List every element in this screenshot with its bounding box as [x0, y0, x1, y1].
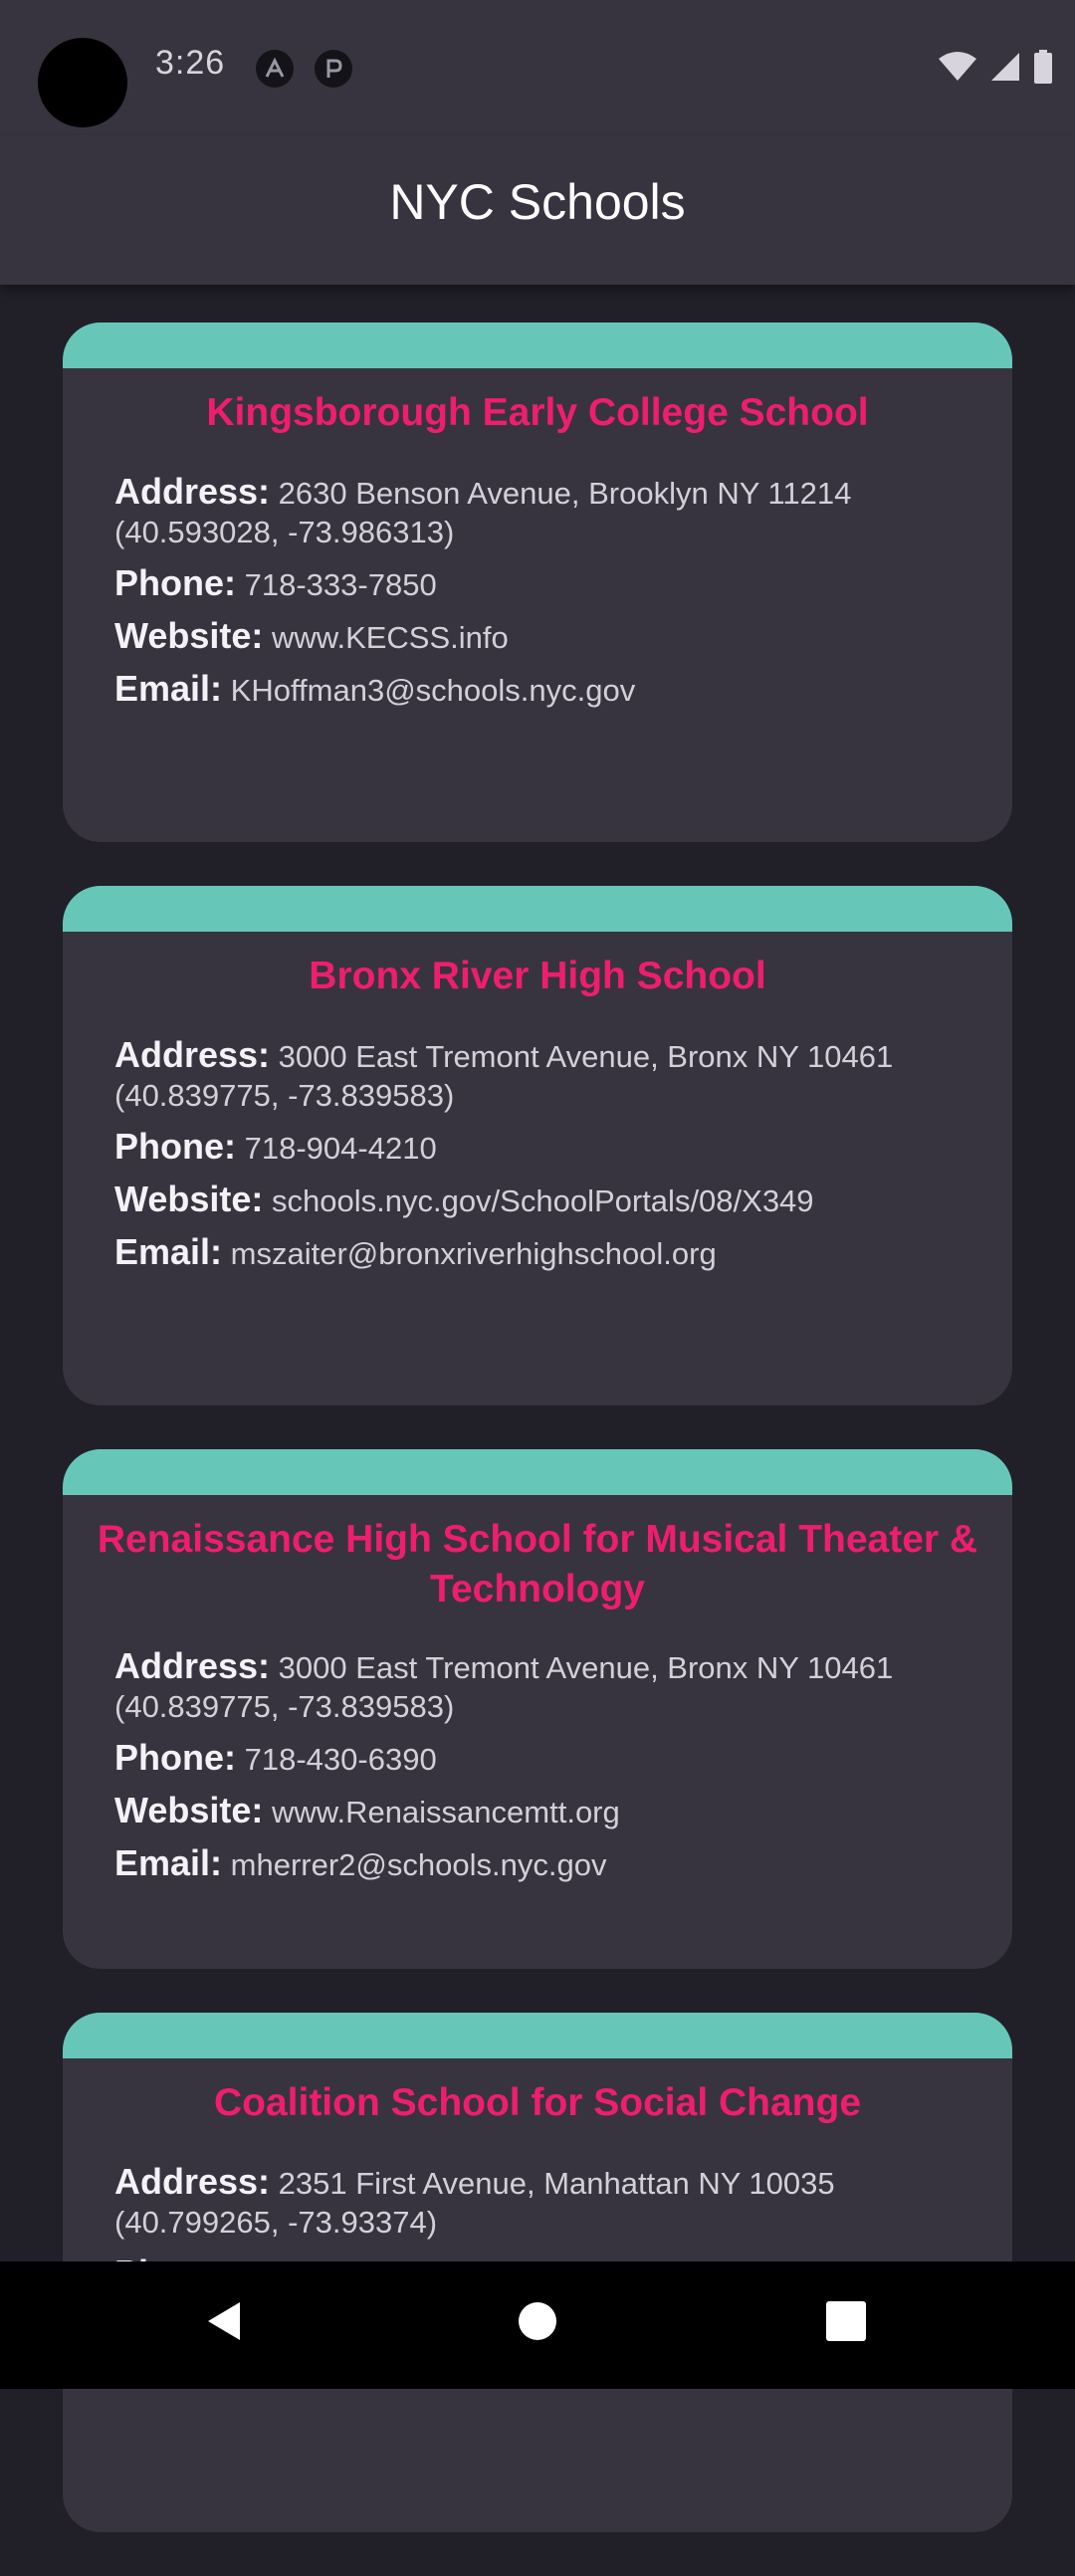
status-time: 3:26: [155, 44, 226, 82]
phone-row: Phone: 718-333-7850: [114, 563, 972, 604]
page-title: NYC Schools: [389, 174, 686, 230]
camera-cutout: [38, 38, 127, 127]
address-label: Address:: [114, 2161, 271, 2202]
card-header-band: [63, 1449, 1012, 1495]
website-value: www.KECSS.info: [272, 620, 509, 655]
phone-value: 718-904-4210: [244, 1131, 437, 1166]
email-value: KHoffman3@schools.nyc.gov: [230, 673, 636, 708]
app-bar: NYC Schools: [0, 135, 1075, 285]
website-label: Website:: [114, 1179, 264, 1219]
school-card[interactable]: Kingsborough Early College School Addres…: [63, 322, 1012, 842]
address-row: Address: 2630 Benson Avenue, Brooklyn NY…: [114, 472, 972, 551]
website-value: schools.nyc.gov/SchoolPortals/08/X349: [272, 1183, 814, 1218]
phone-row: Phone: 718-904-4210: [114, 1127, 972, 1168]
website-label: Website:: [114, 1790, 264, 1830]
school-card[interactable]: Bronx River High School Address: 3000 Ea…: [63, 886, 1012, 1405]
notification-p-icon: [315, 50, 352, 88]
phone-label: Phone:: [114, 562, 236, 603]
recents-button[interactable]: [816, 2291, 876, 2351]
email-label: Email:: [114, 668, 223, 709]
email-value: mherrer2@schools.nyc.gov: [230, 1847, 607, 1882]
school-details: Address: 2630 Benson Avenue, Brooklyn NY…: [114, 472, 972, 722]
email-row: Email: mherrer2@schools.nyc.gov: [114, 1843, 972, 1884]
home-icon: [519, 2302, 556, 2340]
email-label: Email:: [114, 1842, 223, 1883]
address-label: Address:: [114, 1034, 271, 1075]
phone-label: Phone:: [114, 1126, 236, 1167]
website-row: Website: www.KECSS.info: [114, 616, 972, 657]
school-details: Address: 3000 East Tremont Avenue, Bronx…: [114, 1035, 972, 1285]
website-row: Website: www.Renaissancemtt.org: [114, 1791, 972, 1831]
wifi-icon: [939, 52, 976, 81]
phone-label: Phone:: [114, 1737, 236, 1778]
school-list[interactable]: Kingsborough Early College School Addres…: [63, 322, 1012, 2576]
system-nav-bar: [0, 2261, 1075, 2389]
battery-icon: [1034, 50, 1052, 84]
school-name: Coalition School for Social Change: [213, 2081, 862, 2124]
card-header-band: [63, 886, 1012, 932]
school-details: Address: 3000 East Tremont Avenue, Bronx…: [114, 1646, 972, 1896]
address-row: Address: 3000 East Tremont Avenue, Bronx…: [114, 1646, 972, 1726]
card-header-band: [63, 322, 1012, 368]
status-indicators: [938, 50, 1053, 84]
school-name: Kingsborough Early College School: [206, 391, 869, 434]
address-row: Address: 3000 East Tremont Avenue, Bronx…: [114, 1035, 972, 1115]
address-label: Address:: [114, 471, 271, 512]
phone-row: Phone: 718-430-6390: [114, 1738, 972, 1779]
address-row: Address: 2351 First Avenue, Manhattan NY…: [114, 2162, 972, 2242]
email-label: Email:: [114, 1231, 223, 1272]
cell-signal-icon: [991, 53, 1019, 81]
back-button[interactable]: [194, 2291, 254, 2351]
school-name: Renaissance High School for Musical Thea…: [97, 1518, 978, 1610]
status-bar: 3:26: [0, 0, 1075, 135]
website-label: Website:: [114, 615, 264, 656]
notification-a-icon: [256, 50, 294, 88]
school-card[interactable]: Renaissance High School for Musical Thea…: [63, 1449, 1012, 1969]
card-header-band: [63, 2013, 1012, 2058]
email-row: Email: KHoffman3@schools.nyc.gov: [114, 669, 972, 710]
email-row: Email: mszaiter@bronxriverhighschool.org: [114, 1232, 972, 1273]
phone-value: 718-430-6390: [244, 1742, 437, 1777]
website-row: Website: schools.nyc.gov/SchoolPortals/0…: [114, 1180, 972, 1220]
email-value: mszaiter@bronxriverhighschool.org: [230, 1236, 717, 1271]
back-icon: [208, 2302, 240, 2340]
recents-icon: [826, 2301, 866, 2341]
home-button[interactable]: [508, 2291, 567, 2351]
school-name: Bronx River High School: [309, 955, 766, 997]
website-value: www.Renaissancemtt.org: [272, 1795, 620, 1829]
address-label: Address:: [114, 1645, 271, 1686]
phone-value: 718-333-7850: [244, 567, 437, 602]
